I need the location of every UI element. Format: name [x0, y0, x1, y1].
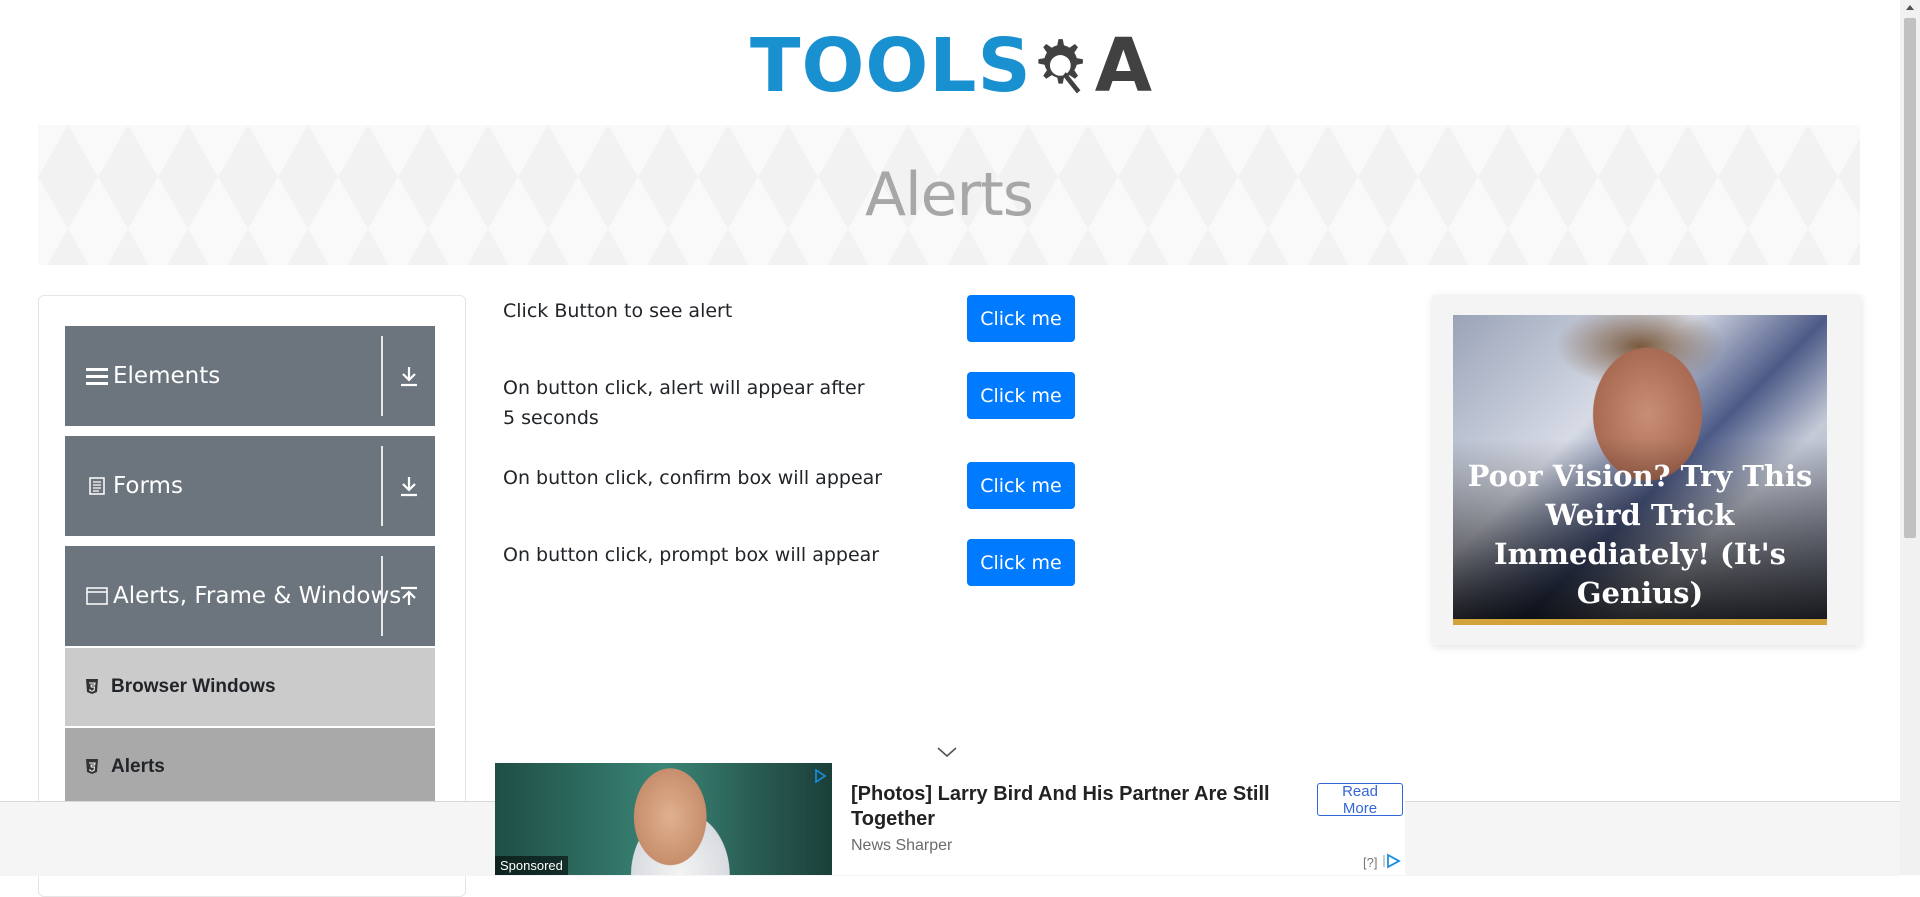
sidebar-item-label: Browser Windows: [111, 676, 276, 697]
sidebar-group-alerts-frame-windows[interactable]: Alerts, Frame & Windows: [65, 546, 435, 646]
scroll-up-icon[interactable]: [1906, 5, 1914, 10]
page-banner: Alerts: [38, 125, 1860, 265]
sidebar-group-label: Elements: [113, 363, 221, 389]
ad-headline[interactable]: Poor Vision? Try This Weird Trick Immedi…: [1453, 457, 1827, 613]
chevron-down-icon[interactable]: [936, 745, 958, 759]
hamburger-icon: [85, 364, 109, 388]
sidebar-group-label: Forms: [113, 473, 183, 499]
prompt-button[interactable]: Click me: [967, 539, 1075, 586]
divider: [381, 556, 383, 636]
upload-arrow-icon[interactable]: [395, 582, 423, 610]
adchoices-icon[interactable]: [813, 769, 827, 783]
html5-icon: [83, 758, 101, 776]
timer-alert-row-text: On button click, alert will appear after…: [503, 377, 865, 429]
gear-magnifier-icon: [1038, 39, 1083, 94]
adchoices-icon[interactable]: [1383, 853, 1401, 869]
ad-title[interactable]: [Photos] Larry Bird And His Partner Are …: [851, 782, 1301, 832]
ad-thumbnail[interactable]: Sponsored: [495, 763, 832, 875]
read-more-button[interactable]: Read More: [1317, 783, 1403, 817]
sponsored-label: Sponsored: [495, 856, 568, 875]
scrollbar-thumb[interactable]: [1904, 18, 1916, 538]
logo-text-a: A: [1094, 23, 1152, 109]
ad-help-link[interactable]: [?]: [1363, 855, 1377, 870]
sidebar-group-elements[interactable]: Elements: [65, 326, 435, 426]
page-title: Alerts: [864, 160, 1034, 230]
bottom-ad[interactable]: Sponsored [Photos] Larry Bird And His Pa…: [495, 763, 1405, 875]
html5-icon: [83, 678, 101, 696]
sidebar-item-label: Alerts: [111, 756, 165, 777]
window-icon: [85, 584, 109, 608]
download-arrow-icon[interactable]: [395, 472, 423, 500]
divider: [381, 446, 383, 526]
document-icon: [85, 474, 109, 498]
ad-source: News Sharper: [851, 837, 953, 854]
download-arrow-icon[interactable]: [395, 362, 423, 390]
confirm-row-text: On button click, confirm box will appear: [503, 467, 883, 489]
page-scrollbar[interactable]: [1900, 0, 1920, 875]
divider: [381, 336, 383, 416]
sidebar-item-alerts[interactable]: Alerts: [65, 728, 435, 806]
prompt-row-text: On button click, prompt box will appear: [503, 544, 880, 566]
right-ad[interactable]: Poor Vision? Try This Weird Trick Immedi…: [1433, 295, 1861, 645]
sidebar-group-label: Alerts, Frame & Windows: [113, 583, 402, 609]
ad-image-bar: [1453, 619, 1827, 625]
sidebar-group-forms[interactable]: Forms: [65, 436, 435, 536]
alert-row-text: Click Button to see alert: [503, 300, 733, 322]
logo-text-tools: TOOLS: [750, 23, 1032, 109]
toolsqa-logo[interactable]: TOOLS A: [750, 18, 1152, 114]
timer-alert-button[interactable]: Click me: [967, 372, 1075, 419]
alert-button[interactable]: Click me: [967, 295, 1075, 342]
sidebar-item-browser-windows[interactable]: Browser Windows: [65, 648, 435, 726]
confirm-button[interactable]: Click me: [967, 462, 1075, 509]
